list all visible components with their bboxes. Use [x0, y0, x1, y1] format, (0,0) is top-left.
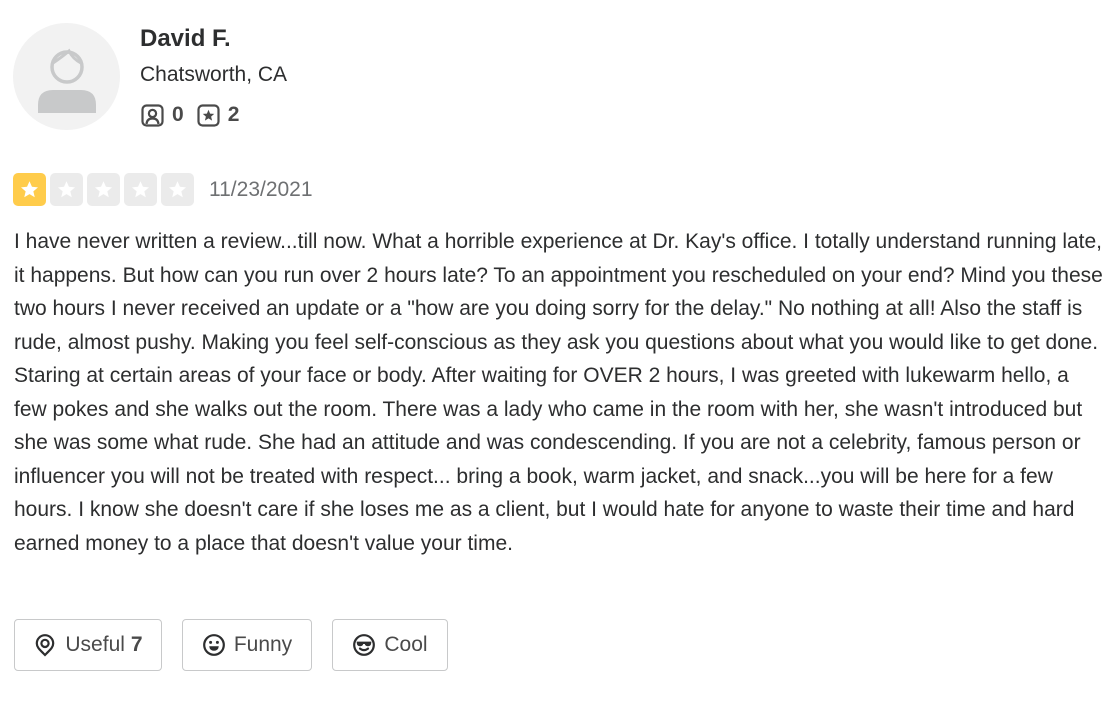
reviews-count: 2	[227, 103, 240, 126]
review-text: I have never written a review...till now…	[14, 230, 1103, 555]
star-icon	[21, 181, 38, 198]
cool-label: Cool	[384, 633, 428, 656]
user-stats: 0 2	[141, 101, 252, 129]
useful-label: Useful	[65, 633, 125, 656]
lightbulb-icon	[36, 634, 55, 657]
reviews-stat: 2	[197, 101, 240, 129]
funny-label: Funny	[233, 633, 293, 656]
star-icon	[95, 181, 112, 198]
sunglasses-face-icon	[353, 634, 376, 656]
star-empty	[50, 173, 83, 206]
useful-count: 7	[130, 633, 143, 656]
friends-count: 0	[172, 103, 184, 126]
review-card: David F. Chatsworth, CA 0 2 11/23/2021 I…	[0, 0, 1113, 705]
star-empty	[87, 173, 120, 206]
reaction-buttons: Useful 7 Funny Cool	[14, 619, 468, 671]
star-rating	[13, 173, 198, 206]
review-date: 11/23/2021	[209, 177, 313, 201]
default-user-avatar-icon	[38, 48, 96, 113]
cool-button[interactable]: Cool	[332, 619, 448, 671]
review-star-icon	[197, 103, 220, 127]
star-icon	[58, 181, 75, 198]
funny-button[interactable]: Funny	[182, 619, 312, 671]
user-location: Chatsworth, CA	[140, 63, 288, 86]
friends-stat: 0	[141, 101, 184, 129]
useful-button[interactable]: Useful 7	[14, 619, 162, 671]
smiley-face-icon	[202, 634, 225, 656]
rating-row: 11/23/2021	[13, 173, 313, 206]
star-icon	[169, 181, 186, 198]
star-empty	[124, 173, 157, 206]
user-name[interactable]: David F.	[140, 24, 231, 54]
star-empty	[161, 173, 194, 206]
friends-icon	[141, 103, 164, 127]
star-filled	[13, 173, 46, 206]
user-avatar[interactable]	[13, 23, 120, 130]
star-icon	[132, 181, 149, 198]
